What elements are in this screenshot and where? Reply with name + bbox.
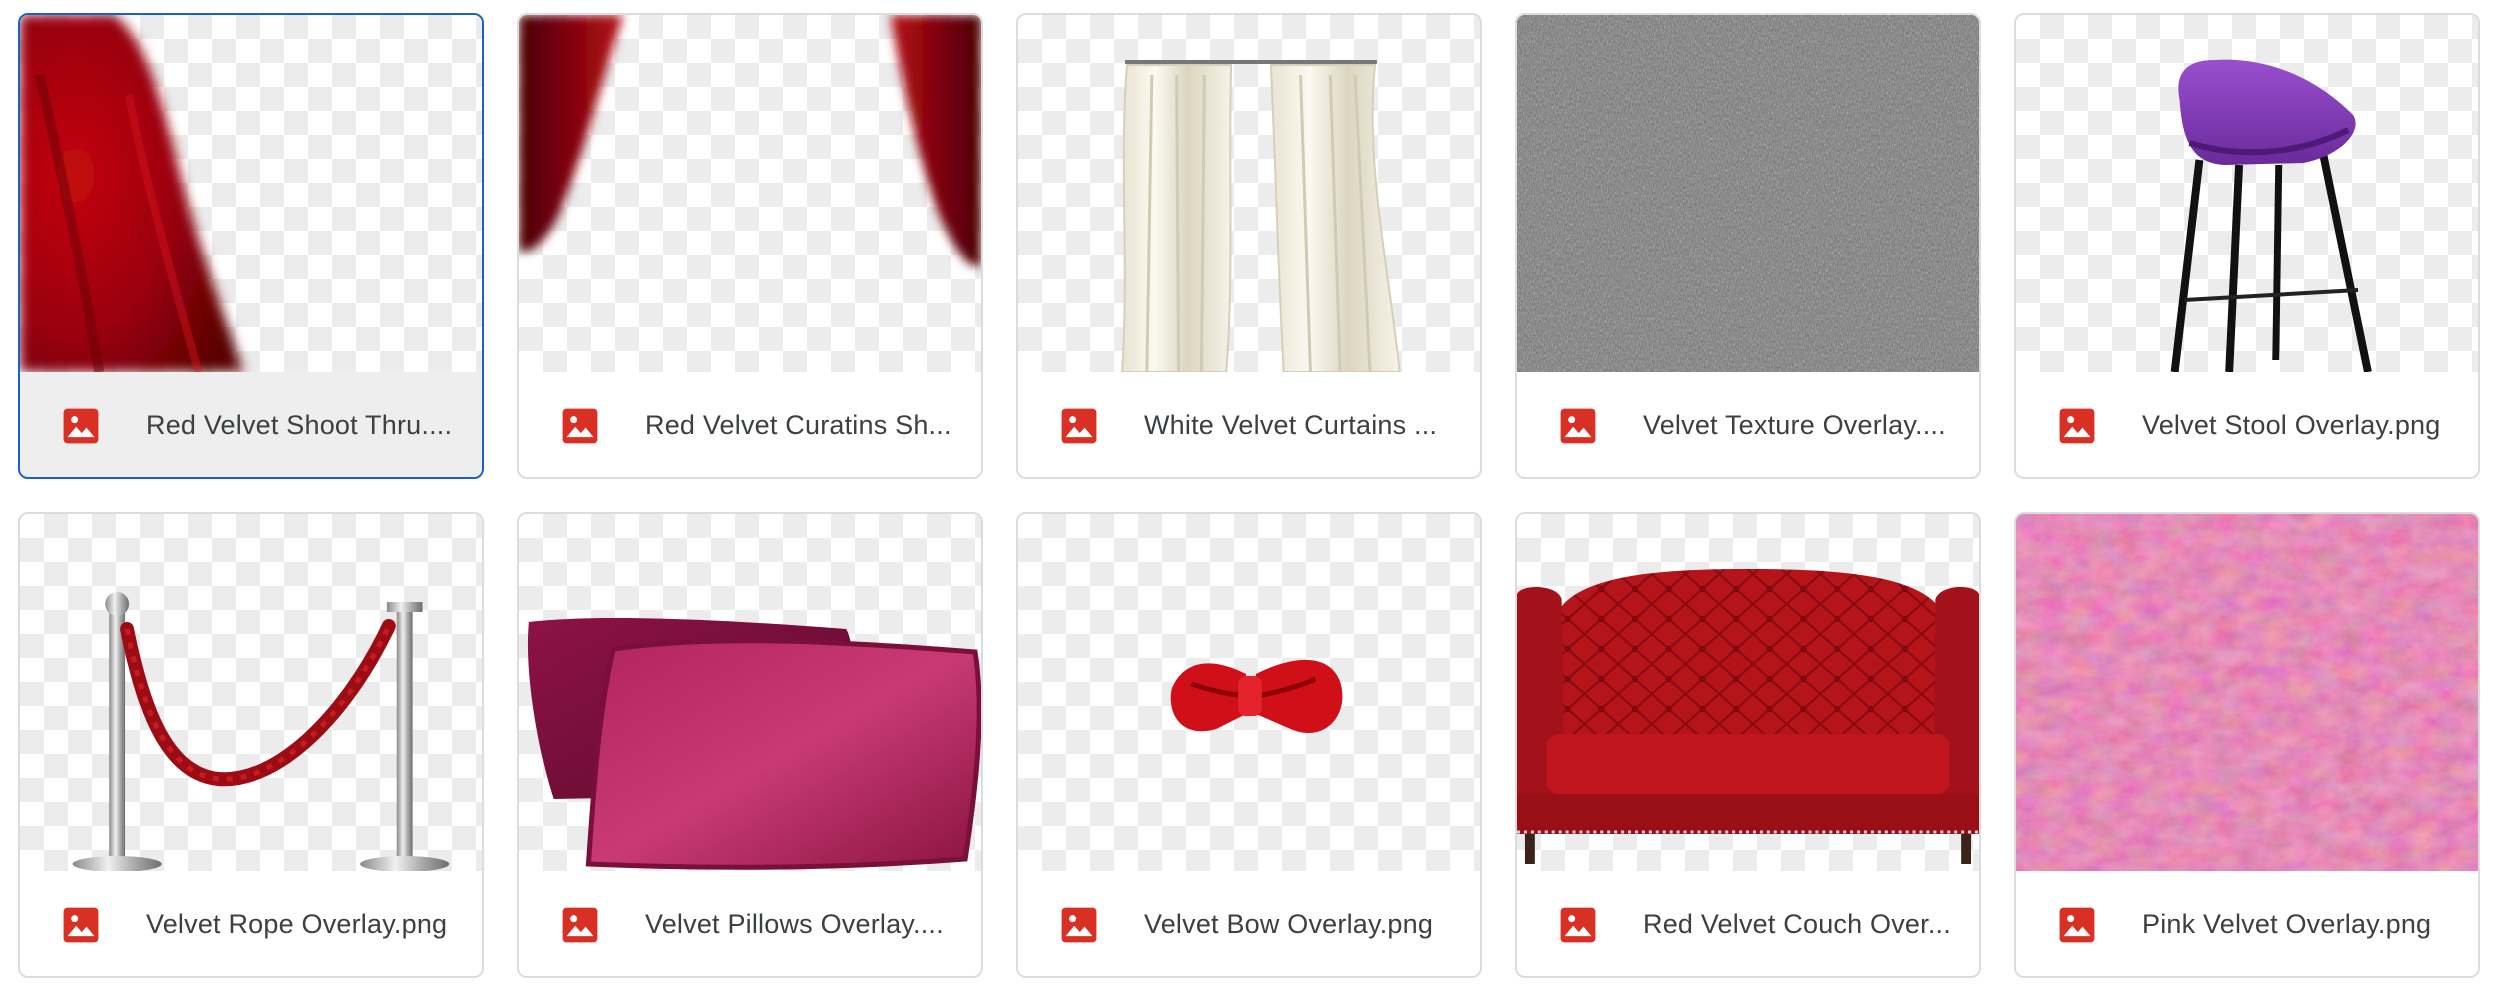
file-thumbnail — [20, 514, 482, 871]
image-file-icon — [63, 408, 99, 443]
image-file-icon — [1061, 907, 1097, 942]
file-name: Red Velvet Couch Over... — [1643, 909, 1951, 939]
file-card-red-velvet-couch[interactable]: Red Velvet Couch Over... — [1515, 512, 1981, 978]
file-thumbnail — [519, 514, 981, 871]
file-caption: Pink Velvet Overlay.png — [2016, 871, 2478, 976]
file-thumbnail — [1517, 15, 1979, 372]
file-card-velvet-texture[interactable]: Velvet Texture Overlay.... — [1515, 13, 1981, 479]
file-card-velvet-rope[interactable]: Velvet Rope Overlay.png — [18, 512, 484, 978]
file-caption: Velvet Texture Overlay.... — [1517, 372, 1979, 477]
file-card-red-velvet-shoot-thru[interactable]: Red Velvet Shoot Thru.... — [18, 13, 484, 479]
file-name: Velvet Rope Overlay.png — [146, 909, 448, 939]
file-caption: Velvet Pillows Overlay.... — [519, 871, 981, 976]
file-name: White Velvet Curtains ... — [1144, 410, 1438, 440]
file-name: Velvet Stool Overlay.png — [2142, 410, 2441, 440]
file-name: Red Velvet Shoot Thru.... — [146, 410, 453, 440]
file-caption: White Velvet Curtains ... — [1018, 372, 1480, 477]
file-caption: Red Velvet Shoot Thru.... — [20, 372, 482, 477]
file-caption: Velvet Bow Overlay.png — [1018, 871, 1480, 976]
file-name: Velvet Bow Overlay.png — [1144, 909, 1434, 939]
file-caption: Velvet Stool Overlay.png — [2016, 372, 2478, 477]
file-thumbnail — [519, 15, 981, 372]
file-name: Red Velvet Curatins Sh... — [645, 410, 952, 440]
file-caption: Red Velvet Couch Over... — [1517, 871, 1979, 976]
image-file-icon — [562, 907, 598, 942]
file-card-velvet-bow[interactable]: Velvet Bow Overlay.png — [1016, 512, 1482, 978]
image-file-icon — [2059, 907, 2095, 942]
file-thumbnail — [1517, 514, 1979, 871]
image-file-icon — [1061, 408, 1097, 443]
file-grid: Red Velvet Shoot Thru.... Red Velvet Cur… — [18, 13, 2480, 978]
file-caption: Velvet Rope Overlay.png — [20, 871, 482, 976]
file-thumbnail — [1018, 514, 1480, 871]
file-thumbnail — [20, 15, 482, 372]
image-file-icon — [2059, 408, 2095, 443]
file-card-red-velvet-curtains[interactable]: Red Velvet Curatins Sh... — [517, 13, 983, 479]
file-name: Velvet Texture Overlay.... — [1643, 410, 1946, 440]
file-card-velvet-pillows[interactable]: Velvet Pillows Overlay.... — [517, 512, 983, 978]
image-file-icon — [1560, 408, 1596, 443]
file-name: Velvet Pillows Overlay.... — [645, 909, 944, 939]
image-file-icon — [1560, 907, 1596, 942]
file-card-velvet-stool[interactable]: Velvet Stool Overlay.png — [2014, 13, 2480, 479]
file-name: Pink Velvet Overlay.png — [2142, 909, 2432, 939]
file-card-white-velvet-curtains[interactable]: White Velvet Curtains ... — [1016, 13, 1482, 479]
file-caption: Red Velvet Curatins Sh... — [519, 372, 981, 477]
image-file-icon — [63, 907, 99, 942]
file-thumbnail — [1018, 15, 1480, 372]
image-file-icon — [562, 408, 598, 443]
file-card-pink-velvet[interactable]: Pink Velvet Overlay.png — [2014, 512, 2480, 978]
file-thumbnail — [2016, 514, 2478, 871]
file-thumbnail — [2016, 15, 2478, 372]
